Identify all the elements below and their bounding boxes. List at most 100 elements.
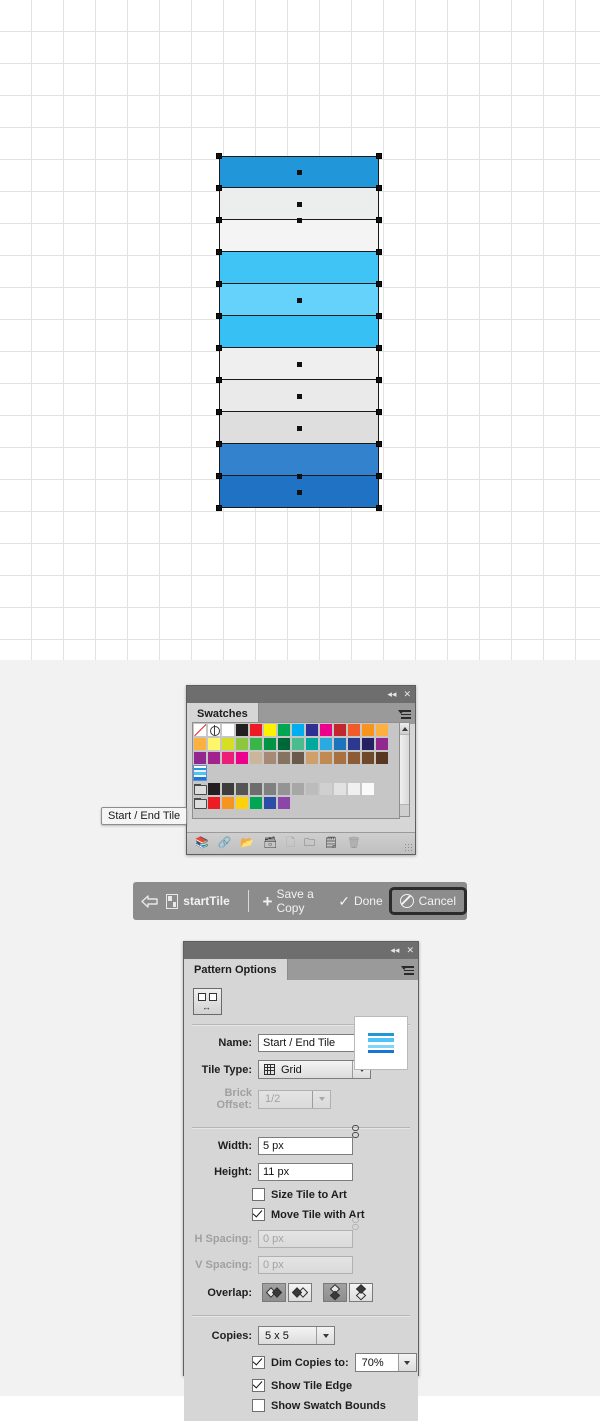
color-group-folder-icon[interactable]: [193, 796, 207, 810]
swatch-color[interactable]: [193, 737, 207, 751]
swatch-color[interactable]: [375, 723, 389, 737]
show-tile-edge-checkbox[interactable]: Show Tile Edge: [252, 1379, 418, 1392]
swatch-none[interactable]: [193, 723, 207, 737]
bounding-box-handle[interactable]: [376, 441, 382, 447]
swatch-color[interactable]: [319, 723, 333, 737]
swatch-color[interactable]: [235, 782, 249, 796]
collapse-icon[interactable]: ◂◂: [390, 946, 399, 955]
swatch-color[interactable]: [277, 751, 291, 765]
swatch-color[interactable]: [277, 796, 291, 810]
swatch-color[interactable]: [263, 796, 277, 810]
swatch-color[interactable]: [263, 737, 277, 751]
pattern-options-panel[interactable]: ◂◂ ✕ Pattern Options ↔ Name: Start / End…: [183, 941, 419, 1421]
swatch-color[interactable]: [333, 782, 347, 796]
swatch-registration[interactable]: [207, 723, 221, 737]
swatch-color[interactable]: [263, 751, 277, 765]
bounding-box-handle[interactable]: [376, 185, 382, 191]
swatch-color[interactable]: [333, 737, 347, 751]
stripe-band[interactable]: [219, 220, 379, 252]
bounding-box-handle[interactable]: [376, 313, 382, 319]
swatch-color[interactable]: [375, 737, 389, 751]
save-a-copy-button[interactable]: Save a Copy: [276, 887, 328, 915]
overlap-right-in-front[interactable]: [288, 1283, 312, 1302]
bounding-box-handle[interactable]: [376, 249, 382, 255]
show-swatch-kinds-icon[interactable]: 📂: [240, 838, 254, 849]
size-tile-to-art-checkbox[interactable]: Size Tile to Art: [252, 1188, 418, 1201]
swatch-color[interactable]: [347, 782, 361, 796]
pattern-tile-tool-icon[interactable]: ↔: [193, 988, 222, 1015]
cancel-button[interactable]: Cancel: [388, 887, 467, 915]
swatch-color[interactable]: [361, 737, 375, 751]
swatch-color[interactable]: [221, 751, 235, 765]
bounding-box-handle[interactable]: [376, 473, 382, 479]
swatch-color[interactable]: [221, 737, 235, 751]
bounding-box-handle[interactable]: [376, 217, 382, 223]
swatch-color[interactable]: [305, 723, 319, 737]
bounding-box-handle[interactable]: [216, 217, 222, 223]
bounding-box-handle[interactable]: [376, 345, 382, 351]
new-color-group-icon[interactable]: 🗀: [304, 838, 315, 849]
swatch-color[interactable]: [361, 782, 375, 796]
swatch-color[interactable]: [319, 737, 333, 751]
swatch-color[interactable]: [333, 751, 347, 765]
link-color-harmony-icon[interactable]: 🔗: [218, 838, 232, 849]
swatch-color[interactable]: [305, 737, 319, 751]
swatch-color[interactable]: [291, 782, 305, 796]
tab-pattern-options[interactable]: Pattern Options: [184, 959, 288, 980]
swatch-color[interactable]: [347, 751, 361, 765]
swatch-color[interactable]: [277, 723, 291, 737]
bounding-box-handle[interactable]: [376, 505, 382, 511]
resize-grip[interactable]: [404, 843, 413, 852]
bounding-box-handle[interactable]: [216, 377, 222, 383]
bounding-box-handle[interactable]: [376, 153, 382, 159]
swatch-color[interactable]: [249, 782, 263, 796]
swatch-color[interactable]: [207, 751, 221, 765]
swatch-color[interactable]: [221, 782, 235, 796]
swatches-bottom-toolbar[interactable]: 📚 🔗 📂 🗃 🗋 🗀 🗒 🗑: [187, 832, 415, 854]
panel-menu-icon[interactable]: [398, 708, 411, 719]
swatch-color[interactable]: [361, 723, 375, 737]
overlap-top-in-front[interactable]: [349, 1283, 373, 1302]
swatch-color[interactable]: [235, 751, 249, 765]
swatch-color[interactable]: [207, 796, 221, 810]
bounding-box-handle[interactable]: [216, 281, 222, 287]
swatch-color[interactable]: [235, 796, 249, 810]
swatch-color[interactable]: [291, 737, 305, 751]
stripe-band[interactable]: [219, 316, 379, 348]
bounding-box-handle[interactable]: [216, 249, 222, 255]
swatch-color[interactable]: [207, 782, 221, 796]
swatches-panel[interactable]: ◂◂ ✕ Swatches 📚 🔗 📂 🗃 🗋 🗀 🗒 🗑: [186, 685, 416, 855]
swatch-grid[interactable]: [192, 722, 400, 819]
swatch-color[interactable]: [193, 751, 207, 765]
bounding-box-handle[interactable]: [376, 409, 382, 415]
scrollbar-thumb[interactable]: [400, 734, 409, 805]
chevron-down-icon[interactable]: [317, 1333, 334, 1338]
bounding-box-handle[interactable]: [216, 185, 222, 191]
bounding-box-handle[interactable]: [216, 473, 222, 479]
swatch-color[interactable]: [291, 751, 305, 765]
collapse-icon[interactable]: ◂◂: [387, 690, 396, 699]
swatch-color[interactable]: [277, 782, 291, 796]
pattern-edit-toolbar[interactable]: startTile + Save a Copy ✓ Done Cancel: [133, 882, 467, 920]
close-icon[interactable]: ✕: [406, 946, 414, 955]
bounding-box-handle[interactable]: [376, 377, 382, 383]
bounding-box-handle[interactable]: [216, 409, 222, 415]
bounding-box-handle[interactable]: [216, 153, 222, 159]
width-input[interactable]: 5 px: [258, 1137, 353, 1155]
swatch-color[interactable]: [235, 737, 249, 751]
swatch-options-icon[interactable]: 🗃: [263, 838, 277, 849]
color-group-folder-icon[interactable]: [193, 782, 207, 796]
copies-select[interactable]: 5 x 5: [258, 1326, 335, 1345]
swatch-color[interactable]: [249, 751, 263, 765]
overlap-bottom-in-front[interactable]: [323, 1283, 347, 1302]
overlap-left-in-front[interactable]: [262, 1283, 286, 1302]
swatch-color[interactable]: [207, 737, 221, 751]
done-button[interactable]: Done: [354, 894, 383, 908]
dim-copies-checkbox[interactable]: [252, 1356, 265, 1369]
swatch-color[interactable]: [249, 796, 263, 810]
swatch-color[interactable]: [347, 723, 361, 737]
swatch-color[interactable]: [221, 796, 235, 810]
bounding-box-handle[interactable]: [216, 313, 222, 319]
swatch-color[interactable]: [235, 723, 249, 737]
new-swatch-icon[interactable]: 🗒: [324, 838, 338, 849]
